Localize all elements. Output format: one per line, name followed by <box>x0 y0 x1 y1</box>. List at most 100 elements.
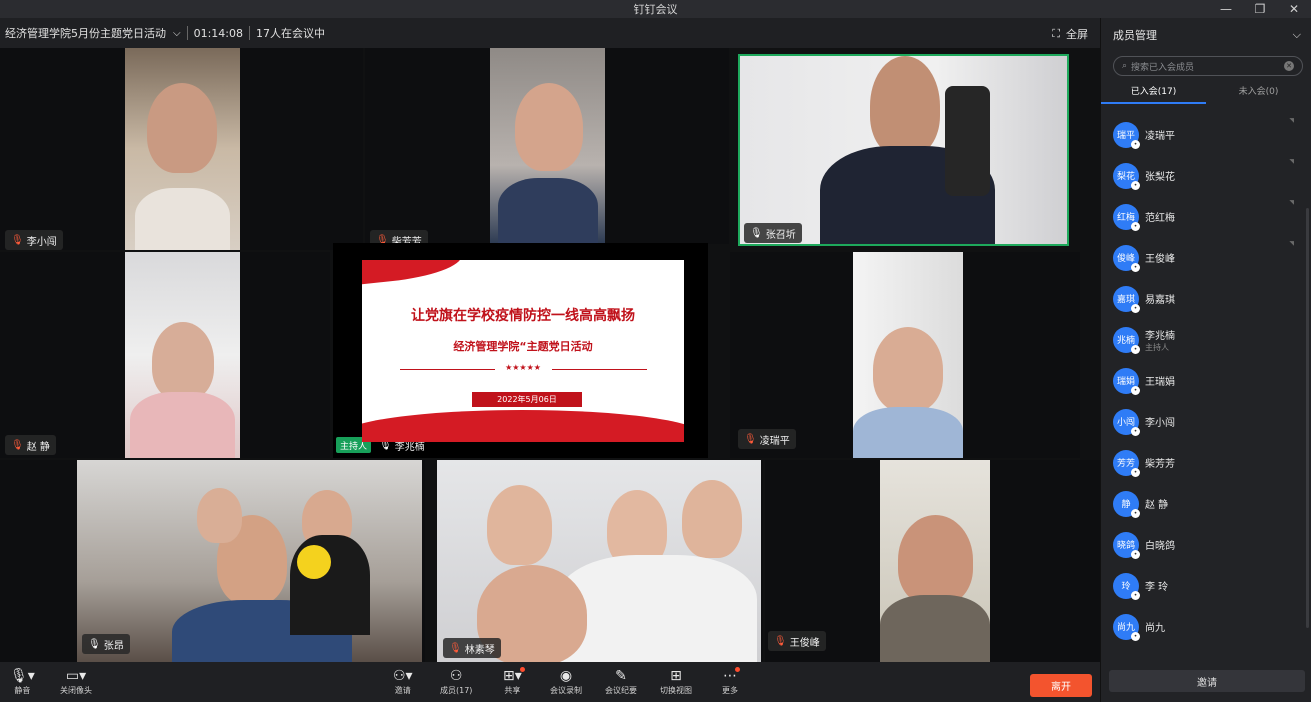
member-info: 范红梅 <box>1145 209 1175 224</box>
corner-mark-icon: ◥ <box>1289 158 1294 165</box>
member-search-input[interactable]: ⌕ 搜索已入会成员 ✕ <box>1113 56 1303 76</box>
member-item[interactable]: 晓鸽 • 白晓鸽 <box>1101 524 1311 565</box>
more-label: 更多 <box>722 686 738 695</box>
smiley-icon <box>297 545 331 579</box>
member-list-scrollbar[interactable] <box>1306 208 1309 628</box>
video-tile-active-speaker[interactable]: 🎙 张召圻 <box>738 54 1069 246</box>
search-icon: ⌕ <box>1122 61 1128 71</box>
leave-button[interactable]: 离开 <box>1030 674 1092 697</box>
share-button[interactable]: ⊞▾ 共享 <box>503 667 525 696</box>
members-button[interactable]: ⚇ 成员(17) <box>440 667 472 696</box>
member-item[interactable]: 红梅 • 范红梅 ◥ <box>1101 196 1311 237</box>
member-name: 柴芳芳 <box>1145 459 1175 470</box>
member-item[interactable]: 兆楠 • 李兆楠 主持人 <box>1101 319 1311 360</box>
window-controls: — ❐ ✕ <box>1209 0 1311 18</box>
meeting-name[interactable]: 经济管理学院5月份主题党日活动 <box>5 25 166 41</box>
mic-status-icon: • <box>1131 426 1140 436</box>
member-item[interactable]: 俊峰 • 王俊峰 ◥ <box>1101 237 1311 278</box>
video-tile[interactable]: 🎙 张昂 <box>0 460 425 662</box>
member-name: 易嘉琪 <box>1145 295 1175 306</box>
member-item[interactable]: 嘉琪 • 易嘉琪 <box>1101 278 1311 319</box>
participant-video <box>880 460 990 662</box>
divider <box>249 26 250 40</box>
slide-subtitle: 经济管理学院“主题党日活动 <box>453 340 593 353</box>
minutes-button[interactable]: ✎ 会议纪要 <box>605 667 637 696</box>
video-tile[interactable]: 🎙 李小闯 <box>0 48 363 250</box>
participant-label: 🎙 张昂 <box>82 634 130 654</box>
video-tile[interactable]: 🎙 赵 静 <box>0 252 330 458</box>
switch-view-label: 切换视图 <box>660 686 692 695</box>
member-item[interactable]: 静 • 赵 静 <box>1101 483 1311 524</box>
video-tile[interactable]: 🎙 林素琴 <box>437 460 763 662</box>
video-tile[interactable]: 🎙 凌瑞平 <box>730 252 1080 458</box>
title-bar: 钉钉会议 — ❐ ✕ <box>0 0 1311 18</box>
mute-button[interactable]: 🎙▾ 静音 <box>10 667 35 696</box>
meeting-info-bar: 经济管理学院5月份主题党日活动 ⌵ 01:14:08 17人在会议中 ⛶ 全屏 <box>0 18 1100 48</box>
member-item[interactable]: 瑞平 • 凌瑞平 ◥ <box>1101 114 1311 155</box>
close-icon[interactable]: ✕ <box>1277 0 1311 18</box>
mic-status-icon: • <box>1131 508 1140 518</box>
member-item[interactable]: 梨花 • 张梨花 ◥ <box>1101 155 1311 196</box>
avatar: 嘉琪 • <box>1113 285 1140 313</box>
mic-icon: 🎙 <box>750 227 763 239</box>
tab-joined[interactable]: 已入会(17) <box>1101 82 1206 104</box>
member-item[interactable]: 芳芳 • 柴芳芳 <box>1101 442 1311 483</box>
restore-icon[interactable]: ❐ <box>1243 0 1277 18</box>
member-role: 主持人 <box>1145 342 1169 352</box>
clear-icon[interactable]: ✕ <box>1284 61 1294 71</box>
minimize-icon[interactable]: — <box>1209 0 1243 18</box>
member-item[interactable]: 瑞娟 • 王瑞娟 <box>1101 360 1311 401</box>
chevron-down-icon[interactable]: ⌵ <box>1293 28 1301 42</box>
meeting-duration: 01:14:08 <box>193 26 243 40</box>
participant-face <box>487 485 552 565</box>
avatar: 尚九 • <box>1113 613 1140 641</box>
participant-body <box>130 392 235 458</box>
mic-status-icon: • <box>1131 467 1140 477</box>
shared-slide: 让党旗在学校疫情防控一线高高飘扬 经济管理学院“主题党日活动 ★★★★★ 202… <box>362 260 684 442</box>
minutes-label: 会议纪要 <box>605 686 637 695</box>
mic-status-icon: • <box>1131 180 1140 190</box>
participant-video <box>125 48 240 250</box>
share-label: 共享 <box>504 686 521 695</box>
mic-status-icon: • <box>1131 631 1140 641</box>
member-name: 凌瑞平 <box>1145 131 1175 142</box>
member-info: 赵 静 <box>1145 496 1168 511</box>
participant-body <box>557 555 757 662</box>
grid-icon: ⊞ <box>670 668 682 684</box>
tab-not-joined[interactable]: 未入会(0) <box>1206 82 1311 104</box>
participant-body <box>880 595 990 662</box>
mic-status-icon: • <box>1131 590 1140 600</box>
video-tile[interactable]: 🎙 柴芳芳 <box>365 48 729 244</box>
invite-toolbar-button[interactable]: ⚇▾ 邀请 <box>393 667 413 696</box>
member-info: 柴芳芳 <box>1145 455 1175 470</box>
member-name: 李 玲 <box>1145 582 1169 593</box>
more-button[interactable]: ⋯ 更多 <box>722 667 740 696</box>
invite-button[interactable]: 邀请 <box>1109 670 1305 692</box>
share-screen-icon: ⊞▾ <box>503 667 525 685</box>
camera-button[interactable]: ▭▾ 关闭像头 <box>60 667 92 696</box>
member-tabs: 已入会(17) 未入会(0) <box>1101 82 1311 104</box>
member-panel-header: 成员管理 ⌵ <box>1101 18 1311 52</box>
office-chair <box>945 86 990 196</box>
avatar-text: 芳芳 <box>1116 459 1135 469</box>
fullscreen-button[interactable]: ⛶ 全屏 <box>1052 26 1088 42</box>
mic-status-icon: • <box>1131 344 1140 354</box>
avatar-text: 瑞平 <box>1116 131 1135 141</box>
member-item[interactable]: 尚九 • 尚九 <box>1101 606 1311 647</box>
avatar: 芳芳 • <box>1113 449 1140 477</box>
participant-name: 李小闯 <box>26 236 57 248</box>
chevron-down-icon[interactable]: ⌵ <box>173 28 181 39</box>
member-item[interactable]: 小闯 • 李小闯 <box>1101 401 1311 442</box>
corner-mark-icon: ◥ <box>1289 117 1294 124</box>
member-info: 白晓鸽 <box>1145 537 1175 552</box>
mic-muted-icon: 🎙 <box>449 642 462 654</box>
participant-video <box>740 56 1067 244</box>
mic-status-icon: • <box>1131 549 1140 559</box>
mic-muted-icon: 🎙 <box>744 433 757 445</box>
switch-view-button[interactable]: ⊞ 切换视图 <box>660 667 692 696</box>
record-button[interactable]: ◉ 会议录制 <box>550 667 582 696</box>
member-item[interactable]: 玲 • 李 玲 <box>1101 565 1311 606</box>
avatar: 瑞平 • <box>1113 121 1140 149</box>
avatar-text: 玲 <box>1121 582 1131 592</box>
video-tile[interactable]: 🎙 王俊峰 <box>765 460 1100 662</box>
